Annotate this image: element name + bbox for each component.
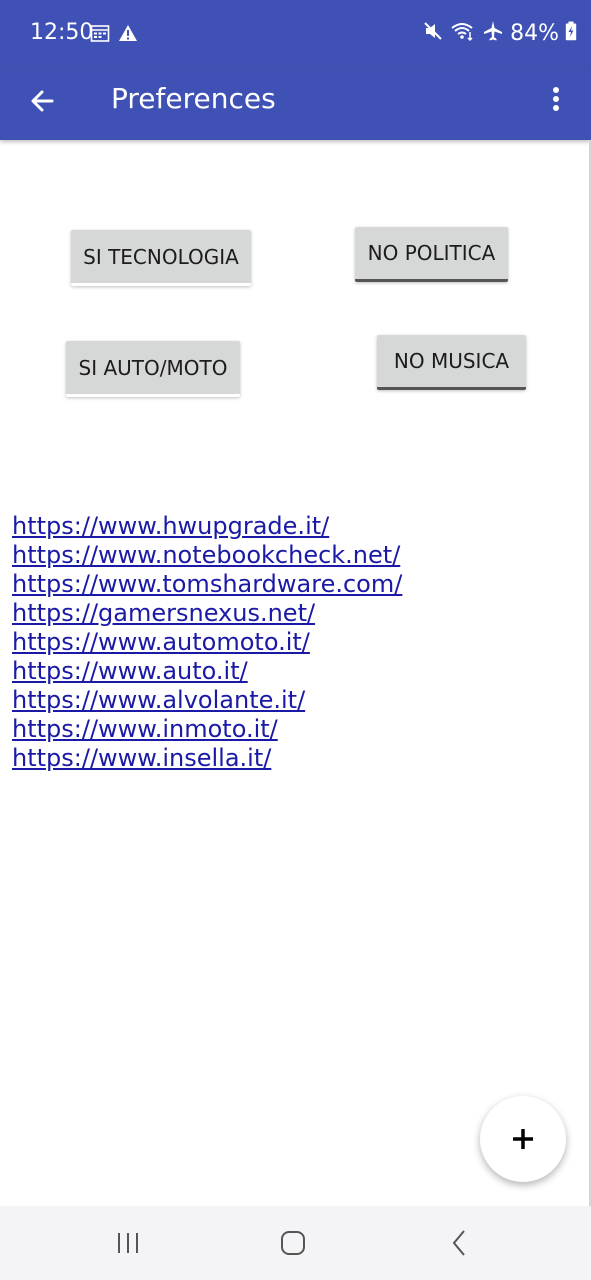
si-tecnologia-button[interactable]: SI TECNOLOGIA [71,230,251,286]
si-auto-moto-button[interactable]: SI AUTO/MOTO [66,341,240,397]
link-item[interactable]: https://www.hwupgrade.it/ [12,512,402,541]
link-item[interactable]: https://www.alvolante.it/ [12,686,402,715]
warning-icon [118,23,138,48]
link-item[interactable]: https://www.tomshardware.com/ [12,570,402,599]
link-item[interactable]: https://www.inmoto.it/ [12,715,402,744]
plus-icon [513,1129,533,1149]
more-vert-icon [553,87,559,111]
app-bar: Preferences [0,68,591,140]
no-politica-button[interactable]: NO POLITICA [355,227,508,282]
mute-icon [422,20,444,47]
link-item[interactable]: https://www.insella.it/ [12,744,402,773]
page-title: Preferences [111,82,276,115]
arrow-left-icon [31,90,54,112]
airplane-icon [482,20,504,47]
battery-charging-icon [565,21,577,46]
add-fab-button[interactable] [480,1096,566,1182]
recents-icon [118,1233,138,1253]
back-icon [452,1230,465,1256]
calendar-icon [90,23,110,48]
home-button[interactable] [273,1228,313,1258]
status-time: 12:50 [30,20,94,45]
no-musica-button[interactable]: NO MUSICA [377,335,526,390]
recents-button[interactable] [108,1228,148,1258]
overflow-menu-button[interactable] [541,82,571,122]
status-bar: 12:50 84% [0,0,591,68]
link-item[interactable]: https://www.notebookcheck.net/ [12,541,402,570]
navigation-bar [0,1206,591,1280]
link-item[interactable]: https://www.auto.it/ [12,657,402,686]
nav-back-button[interactable] [440,1228,480,1258]
link-item[interactable]: https://gamersnexus.net/ [12,599,402,628]
back-button[interactable] [22,82,62,122]
links-list: https://www.hwupgrade.it/ https://www.no… [12,512,402,773]
wifi-icon [450,20,476,47]
battery-percent: 84% [510,21,559,46]
link-item[interactable]: https://www.automoto.it/ [12,628,402,657]
home-icon [281,1231,305,1255]
